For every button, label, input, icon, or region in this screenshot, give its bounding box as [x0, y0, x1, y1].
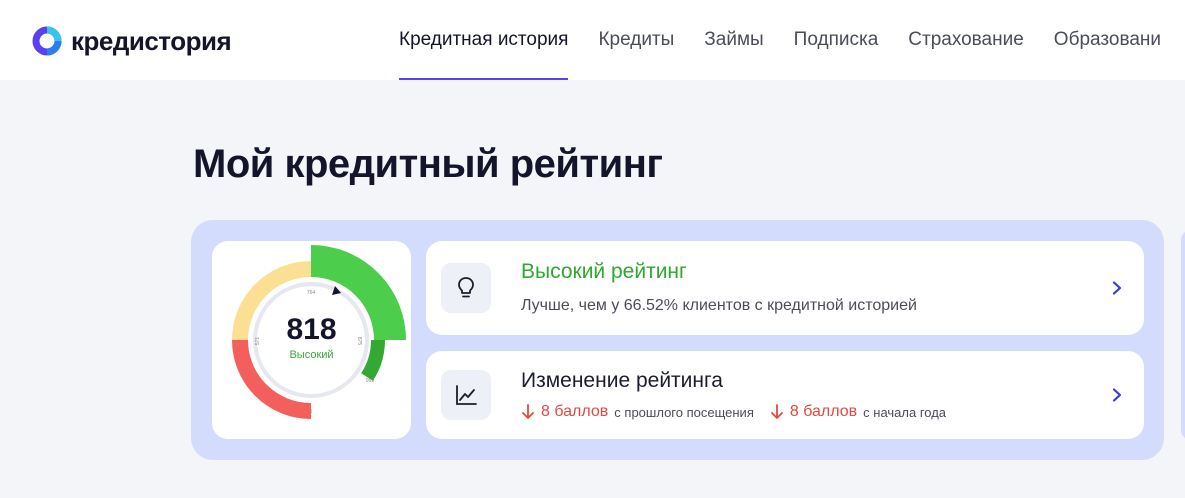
nav-item-education[interactable]: Образовани	[1054, 0, 1161, 80]
lightbulb-icon	[458, 277, 474, 298]
page-title: Мой кредитный рейтинг	[193, 142, 663, 186]
score-gauge-card: 1 571 764 875 999 818 Высокий	[212, 241, 411, 439]
delta-since-year-start: 8 баллов с начала года	[770, 403, 946, 421]
top-header: кредистория Кредитная история Кредиты За…	[0, 0, 1185, 80]
gauge-tick-764: 764	[307, 290, 316, 296]
chevron-right-icon	[1112, 281, 1122, 295]
delta-note: с начала года	[863, 404, 947, 420]
rating-level-subtitle: Лучше, чем у 66.52% клиентов с кредитной…	[521, 297, 917, 314]
delta-value: 8 баллов	[541, 403, 609, 420]
nav-item-loans[interactable]: Займы	[704, 0, 763, 80]
rating-change-title: Изменение рейтинга	[521, 369, 723, 392]
main-nav: Кредитная история Кредиты Займы Подписка…	[399, 0, 1185, 80]
chart-line-icon	[456, 385, 477, 405]
change-icon-box	[441, 370, 491, 420]
next-panel-edge	[1181, 230, 1185, 440]
delta-since-last-visit: 8 баллов с прошлого посещения	[521, 403, 754, 421]
brand-name: кредистория	[71, 25, 232, 56]
rating-change-card[interactable]: Изменение рейтинга 8 баллов с прошлого п…	[426, 351, 1144, 439]
rating-deltas: 8 баллов с прошлого посещения 8 баллов с…	[521, 403, 962, 421]
score-level: Высокий	[289, 349, 334, 361]
nav-item-credits[interactable]: Кредиты	[598, 0, 674, 80]
chevron-right-icon	[1112, 388, 1122, 402]
delta-note: с прошлого посещения	[614, 404, 754, 420]
nav-item-subscription[interactable]: Подписка	[794, 0, 879, 80]
rating-level-card[interactable]: Высокий рейтинг Лучше, чем у 66.52% клие…	[426, 241, 1144, 335]
brand-logo[interactable]: кредистория	[31, 24, 232, 58]
rating-level-title: Высокий рейтинг	[521, 260, 687, 283]
arrow-down-icon	[522, 404, 534, 419]
delta-value: 8 баллов	[789, 403, 858, 420]
arrow-down-icon	[770, 404, 783, 419]
logo-icon	[32, 26, 62, 56]
gauge-tick-1: 1	[310, 409, 313, 415]
nav-item-credit-history[interactable]: Кредитная история	[399, 0, 569, 80]
rating-icon-box	[441, 263, 491, 313]
gauge-tick-999: 999	[366, 378, 375, 384]
nav-item-insurance[interactable]: Страхование	[908, 0, 1024, 80]
score-value: 818	[286, 313, 337, 346]
